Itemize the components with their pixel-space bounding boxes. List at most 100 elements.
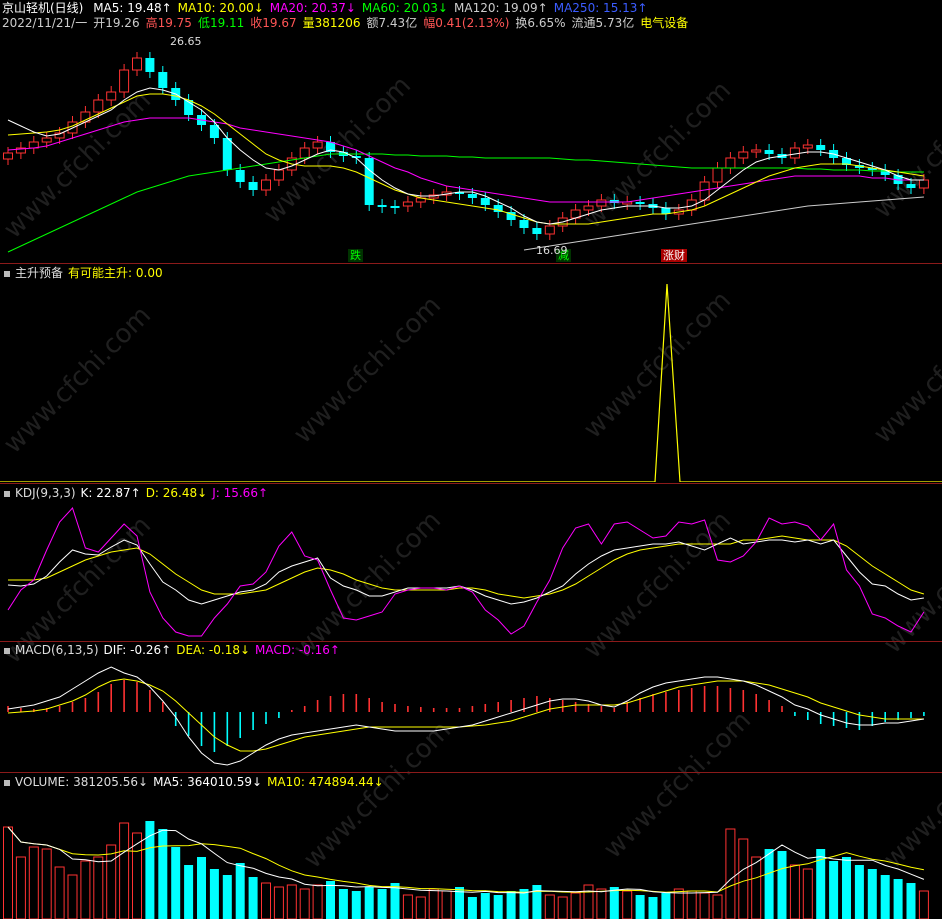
candle-body	[390, 206, 400, 208]
price-chart[interactable]	[0, 30, 942, 262]
candle-body	[738, 151, 749, 159]
ma-value: MA10: 20.00↓	[177, 1, 264, 15]
volume-bar	[867, 869, 877, 919]
volume-bar	[402, 894, 413, 919]
candle-body	[596, 199, 607, 207]
volume-bar	[351, 891, 361, 919]
volume-bar	[777, 851, 787, 919]
candle-body	[132, 57, 142, 71]
volume-bar	[906, 883, 916, 919]
volume-title[interactable]: VOLUME: 381205.56↓	[15, 775, 148, 789]
stock-name[interactable]: 京山轻机(日线)	[2, 1, 83, 15]
volume-bar	[699, 892, 710, 919]
volume-bar	[28, 846, 39, 919]
volume-bar	[802, 868, 813, 919]
quote-value: 量381206	[302, 16, 361, 30]
volume-bar	[725, 828, 736, 919]
candle-body	[299, 147, 310, 159]
volume-bar	[428, 888, 439, 919]
volume-bar	[338, 889, 348, 919]
ma-value: MA250: 15.13↑	[553, 1, 648, 15]
candle-body	[918, 179, 929, 189]
volume-bar	[751, 856, 762, 919]
kdj-j-line	[7, 507, 925, 637]
volume-chart[interactable]	[0, 791, 942, 919]
ma10-line	[7, 93, 924, 225]
volume-bar	[467, 897, 477, 919]
volume-title-bar: VOLUME: 381205.56↓ MA5: 364010.59↓ MA10: 4…	[4, 775, 394, 789]
kdj-value: D: 26.48↓	[145, 486, 208, 500]
candle-body	[725, 157, 736, 169]
candle-body	[119, 69, 130, 93]
candle-body	[312, 141, 323, 149]
volume-bar	[622, 890, 633, 919]
quote-value: 开19.26	[93, 16, 140, 30]
kdj-value: K: 22.87↑	[80, 486, 141, 500]
macd-title[interactable]: MACD(6,13,5)	[15, 643, 99, 657]
indicator-chart[interactable]	[0, 282, 942, 482]
indicator-line	[0, 283, 942, 482]
candle-body	[235, 170, 245, 182]
ma-value: MA5: 19.48↑	[93, 1, 172, 15]
indicator-title[interactable]: 主升预备	[15, 266, 63, 280]
quote-value: 高19.75	[145, 16, 192, 30]
ma5-line	[7, 87, 924, 225]
ma-value: MA60: 20.03↓	[361, 1, 448, 15]
candle-body	[764, 150, 774, 154]
volume-bar	[41, 848, 52, 919]
high-price-label: 26.65	[170, 35, 202, 48]
candle-body	[402, 201, 413, 207]
volume-bar	[171, 847, 181, 919]
candle-body	[209, 125, 219, 138]
volume-bar	[635, 895, 645, 919]
signal-tag: 涨财	[661, 249, 687, 262]
volume-bar	[15, 856, 26, 919]
candle-body	[3, 152, 13, 160]
volume-bar	[364, 887, 374, 919]
quote-value: 流通5.73亿	[571, 16, 635, 30]
candle-body	[273, 169, 284, 181]
volume-bar	[480, 893, 490, 919]
candle-body	[158, 72, 168, 88]
volume-bar	[570, 892, 581, 919]
ma-value: MA120: 19.09↑	[454, 1, 548, 15]
volume-bar	[184, 865, 194, 919]
candle-body	[712, 167, 723, 183]
volume-bar	[648, 897, 658, 919]
candle-body	[222, 138, 232, 170]
macd-chart[interactable]	[0, 657, 942, 771]
candle-body	[906, 184, 916, 188]
volume-bar	[209, 869, 219, 919]
panel-separator	[0, 641, 942, 642]
volume-bar	[506, 891, 516, 919]
volume-bar	[119, 822, 130, 919]
volume-bar	[557, 896, 568, 919]
volume-bar	[686, 890, 697, 919]
volume-bar	[441, 890, 452, 919]
panel-marker-icon	[4, 490, 10, 497]
volume-bar	[235, 863, 245, 919]
volume-bar	[197, 857, 206, 919]
volume-bar	[415, 896, 426, 919]
macd-dea-line	[7, 678, 924, 752]
volume-bar	[738, 838, 749, 919]
kdj-title[interactable]: KDJ(9,3,3)	[15, 486, 76, 500]
kdj-chart[interactable]	[0, 500, 942, 640]
volume-bar	[299, 888, 310, 919]
volume-bar	[93, 856, 104, 919]
candle-body	[41, 137, 52, 143]
panel-separator	[0, 263, 942, 264]
ma60-line	[7, 153, 924, 253]
candle-body	[544, 225, 555, 235]
volume-bar	[842, 857, 851, 919]
quote-value: 幅0.41(2.13%)	[423, 16, 510, 30]
volume-bar	[829, 861, 839, 919]
quote-row: 2022/11/21/一 开19.26 高19.75 低19.11 收19.67 量381…	[2, 16, 694, 30]
macd-dif-line	[7, 666, 924, 766]
volume-bar	[222, 875, 232, 919]
volume-ma5-line	[7, 826, 925, 894]
panel-separator	[0, 772, 942, 773]
volume-ma-value: MA5: 364010.59↓	[153, 775, 263, 789]
volume-bar	[80, 860, 91, 919]
candle-body	[583, 205, 594, 211]
